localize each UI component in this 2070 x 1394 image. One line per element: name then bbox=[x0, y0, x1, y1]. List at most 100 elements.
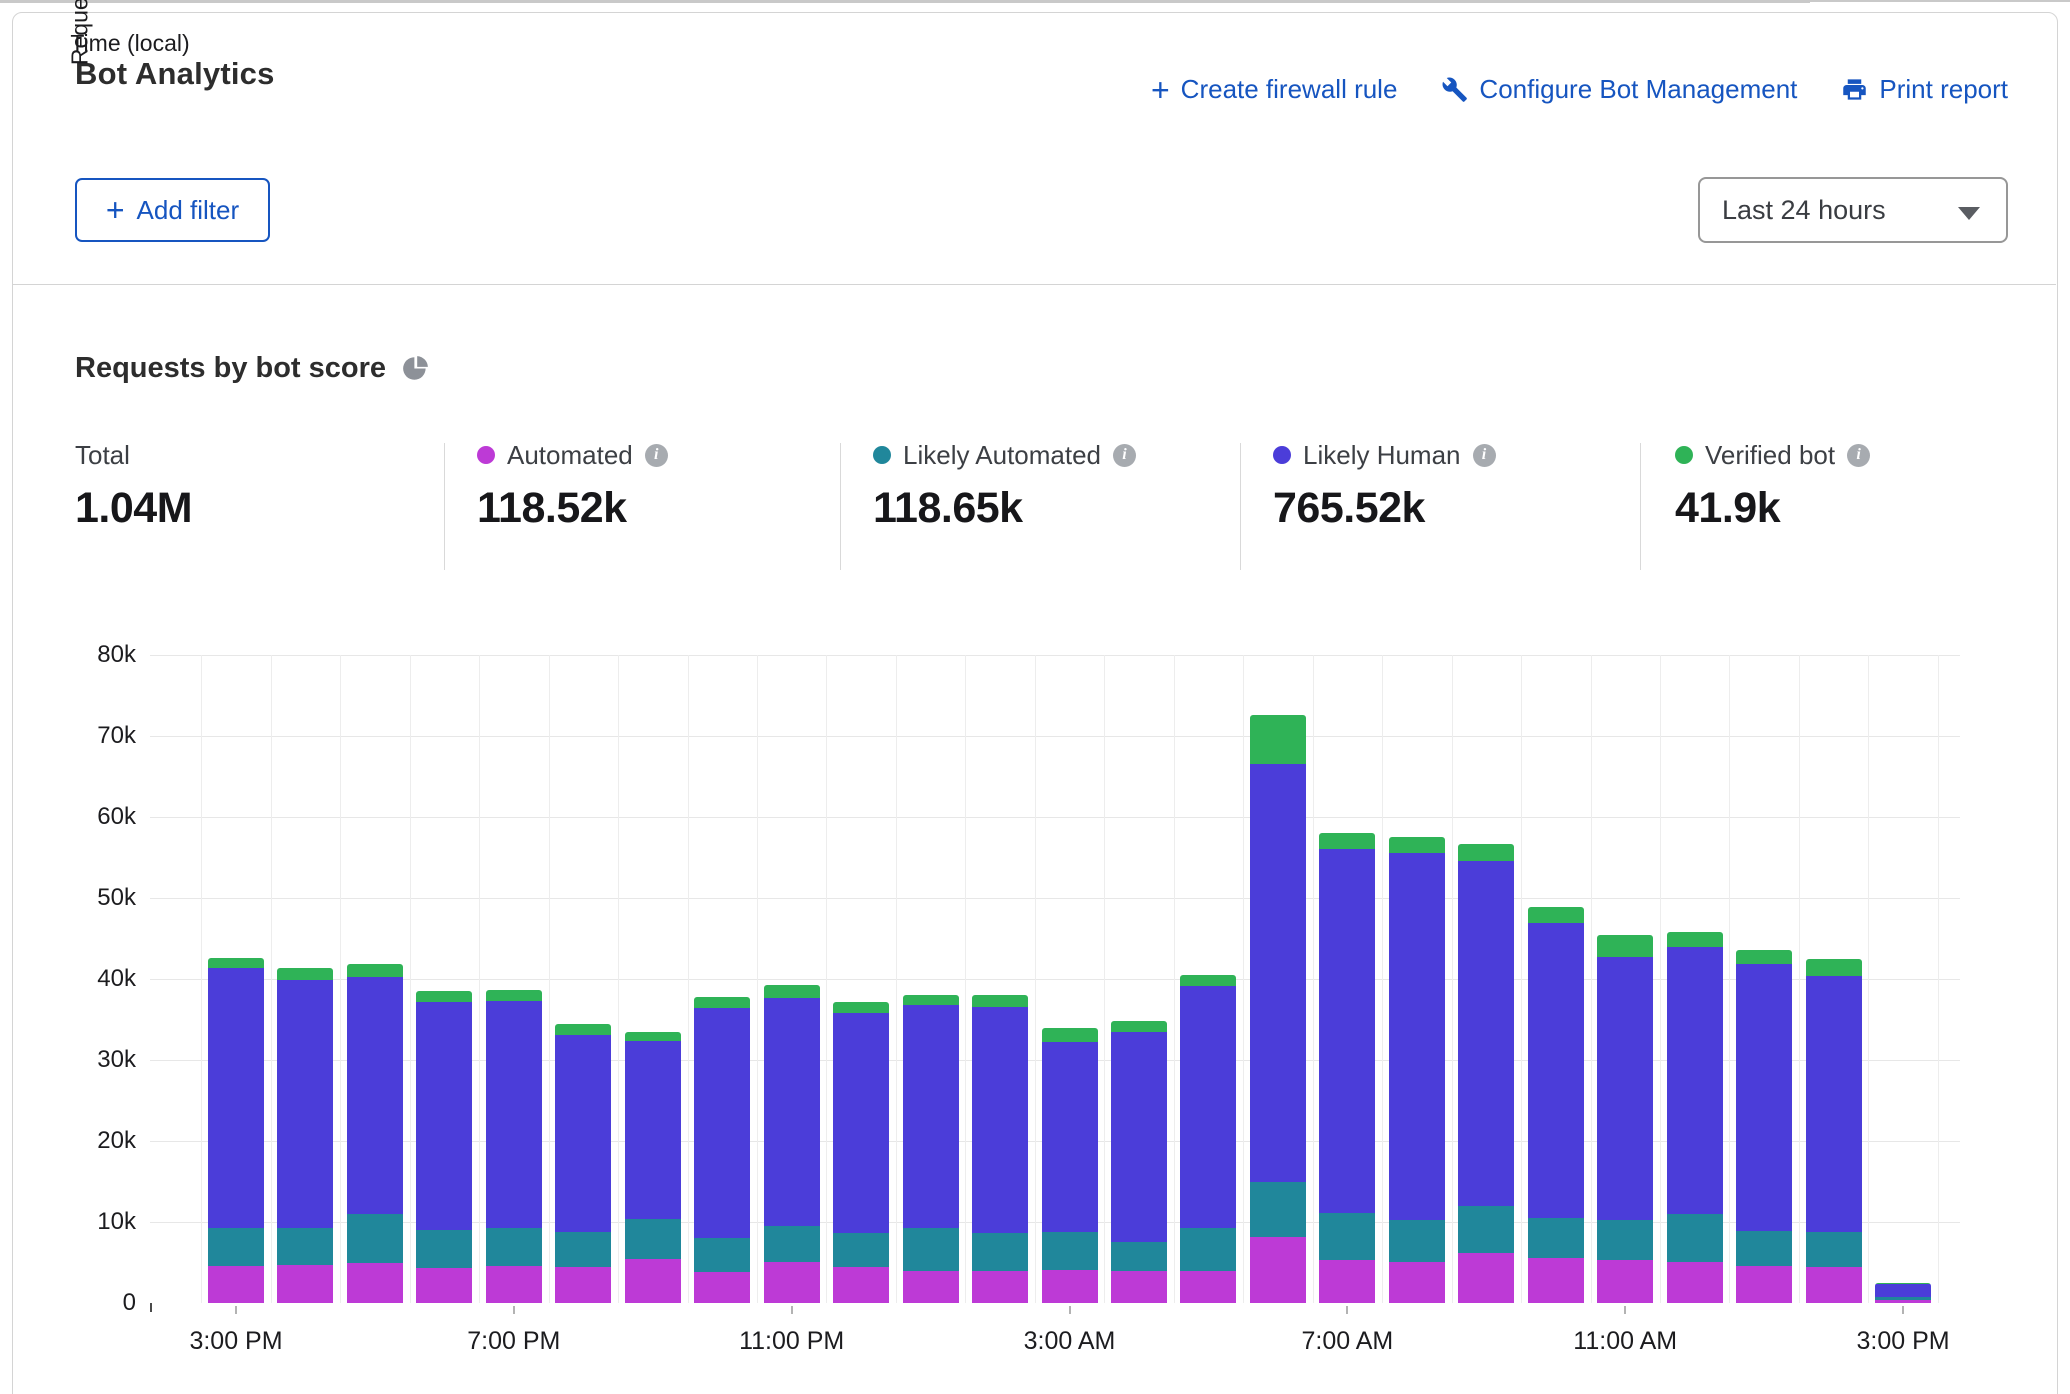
bar-segment-likely-automated bbox=[1458, 1206, 1514, 1253]
bar-segment-likely-automated bbox=[347, 1214, 403, 1263]
bar-segment-likely-human bbox=[208, 968, 264, 1228]
v-gridline bbox=[1382, 655, 1383, 1303]
y-axis-origin-tick bbox=[150, 1303, 152, 1312]
bar-segment-likely-human bbox=[1042, 1042, 1098, 1232]
bar[interactable] bbox=[1250, 715, 1306, 1303]
bar-segment-automated bbox=[1042, 1270, 1098, 1303]
x-axis-line bbox=[0, 0, 1810, 3]
bar-segment-likely-automated bbox=[1180, 1228, 1236, 1271]
bar-segment-likely-human bbox=[1875, 1284, 1931, 1297]
bar-segment-likely-automated bbox=[1806, 1232, 1862, 1267]
bar-segment-likely-automated bbox=[1667, 1214, 1723, 1262]
x-tick-label: 7:00 PM bbox=[434, 1327, 594, 1356]
bar-segment-verified-bot bbox=[1806, 959, 1862, 976]
bar-segment-automated bbox=[903, 1271, 959, 1303]
bar[interactable] bbox=[1319, 833, 1375, 1303]
bar[interactable] bbox=[1667, 932, 1723, 1303]
bar[interactable] bbox=[625, 1032, 681, 1303]
bar[interactable] bbox=[1806, 959, 1862, 1303]
h-gridline bbox=[150, 817, 1960, 818]
bar-segment-likely-automated bbox=[1597, 1220, 1653, 1261]
bar-segment-likely-human bbox=[277, 980, 333, 1228]
bar[interactable] bbox=[1042, 1028, 1098, 1303]
bar-segment-likely-automated bbox=[833, 1233, 889, 1267]
bar[interactable] bbox=[1736, 950, 1792, 1303]
v-gridline bbox=[757, 655, 758, 1303]
bar-segment-likely-human bbox=[555, 1035, 611, 1232]
bar-segment-likely-human bbox=[347, 977, 403, 1214]
bar-segment-verified-bot bbox=[1180, 975, 1236, 986]
bar[interactable] bbox=[347, 964, 403, 1303]
v-gridline bbox=[965, 655, 966, 1303]
v-gridline bbox=[201, 655, 202, 1303]
bar-segment-likely-automated bbox=[555, 1232, 611, 1268]
bar-segment-automated bbox=[1597, 1260, 1653, 1303]
bar[interactable] bbox=[486, 990, 542, 1303]
bar-segment-automated bbox=[486, 1266, 542, 1303]
bar-segment-likely-human bbox=[1458, 861, 1514, 1206]
bar[interactable] bbox=[1875, 1283, 1931, 1303]
bar-segment-likely-human bbox=[625, 1041, 681, 1219]
x-axis-title: Time (local) bbox=[0, 30, 260, 57]
bar-segment-verified-bot bbox=[764, 985, 820, 997]
bar[interactable] bbox=[208, 958, 264, 1303]
h-gridline bbox=[150, 655, 1960, 656]
bar-segment-verified-bot bbox=[555, 1024, 611, 1035]
bar-segment-verified-bot bbox=[416, 991, 472, 1002]
v-gridline bbox=[549, 655, 550, 1303]
bar[interactable] bbox=[555, 1024, 611, 1303]
bar[interactable] bbox=[1528, 907, 1584, 1303]
v-gridline bbox=[410, 655, 411, 1303]
bar[interactable] bbox=[416, 991, 472, 1303]
bar-segment-likely-automated bbox=[1389, 1220, 1445, 1262]
bar-segment-automated bbox=[764, 1262, 820, 1303]
bar[interactable] bbox=[833, 1002, 889, 1303]
bar[interactable] bbox=[1111, 1021, 1167, 1303]
bar-segment-likely-automated bbox=[1042, 1232, 1098, 1270]
bar[interactable] bbox=[1180, 975, 1236, 1303]
bar[interactable] bbox=[903, 995, 959, 1303]
bar-segment-automated bbox=[208, 1266, 264, 1303]
bar[interactable] bbox=[1458, 844, 1514, 1303]
bar-segment-likely-human bbox=[1528, 923, 1584, 1218]
bar-segment-likely-automated bbox=[277, 1228, 333, 1265]
bar[interactable] bbox=[1597, 935, 1653, 1303]
x-tick-mark bbox=[513, 1306, 515, 1314]
x-tick-label: 7:00 AM bbox=[1267, 1327, 1427, 1356]
bar-segment-automated bbox=[1111, 1271, 1167, 1303]
bar-segment-likely-human bbox=[1597, 957, 1653, 1220]
bar-segment-likely-human bbox=[972, 1007, 1028, 1234]
bar-segment-verified-bot bbox=[1111, 1021, 1167, 1032]
bar-segment-verified-bot bbox=[903, 995, 959, 1005]
x-tick-mark bbox=[1902, 1306, 1904, 1314]
bar-segment-verified-bot bbox=[347, 964, 403, 977]
v-gridline bbox=[618, 655, 619, 1303]
bar-segment-automated bbox=[1180, 1271, 1236, 1303]
bar-segment-likely-automated bbox=[416, 1230, 472, 1268]
x-tick-label: 3:00 AM bbox=[990, 1327, 1150, 1356]
bar-segment-likely-human bbox=[1736, 964, 1792, 1231]
v-gridline bbox=[1660, 655, 1661, 1303]
bar[interactable] bbox=[972, 995, 1028, 1303]
bar-segment-likely-automated bbox=[694, 1238, 750, 1272]
bar-segment-verified-bot bbox=[1667, 932, 1723, 947]
bar[interactable] bbox=[1389, 837, 1445, 1303]
bar-segment-verified-bot bbox=[1458, 844, 1514, 861]
h-gridline bbox=[150, 736, 1960, 737]
v-gridline bbox=[1938, 655, 1939, 1303]
bar-segment-verified-bot bbox=[1250, 715, 1306, 764]
bar-segment-automated bbox=[347, 1263, 403, 1303]
bar-segment-likely-human bbox=[694, 1008, 750, 1238]
y-tick-label: 50k bbox=[66, 884, 136, 912]
x-tick-label: 3:00 PM bbox=[1823, 1327, 1983, 1356]
bar[interactable] bbox=[694, 997, 750, 1303]
bar-segment-likely-automated bbox=[903, 1228, 959, 1271]
x-tick-mark bbox=[235, 1306, 237, 1314]
y-tick-label: 30k bbox=[66, 1046, 136, 1074]
bar[interactable] bbox=[277, 968, 333, 1303]
v-gridline bbox=[688, 655, 689, 1303]
bar[interactable] bbox=[764, 985, 820, 1303]
bar-segment-likely-automated bbox=[1528, 1218, 1584, 1259]
y-tick-label: 70k bbox=[66, 722, 136, 750]
bar-segment-verified-bot bbox=[486, 990, 542, 1001]
